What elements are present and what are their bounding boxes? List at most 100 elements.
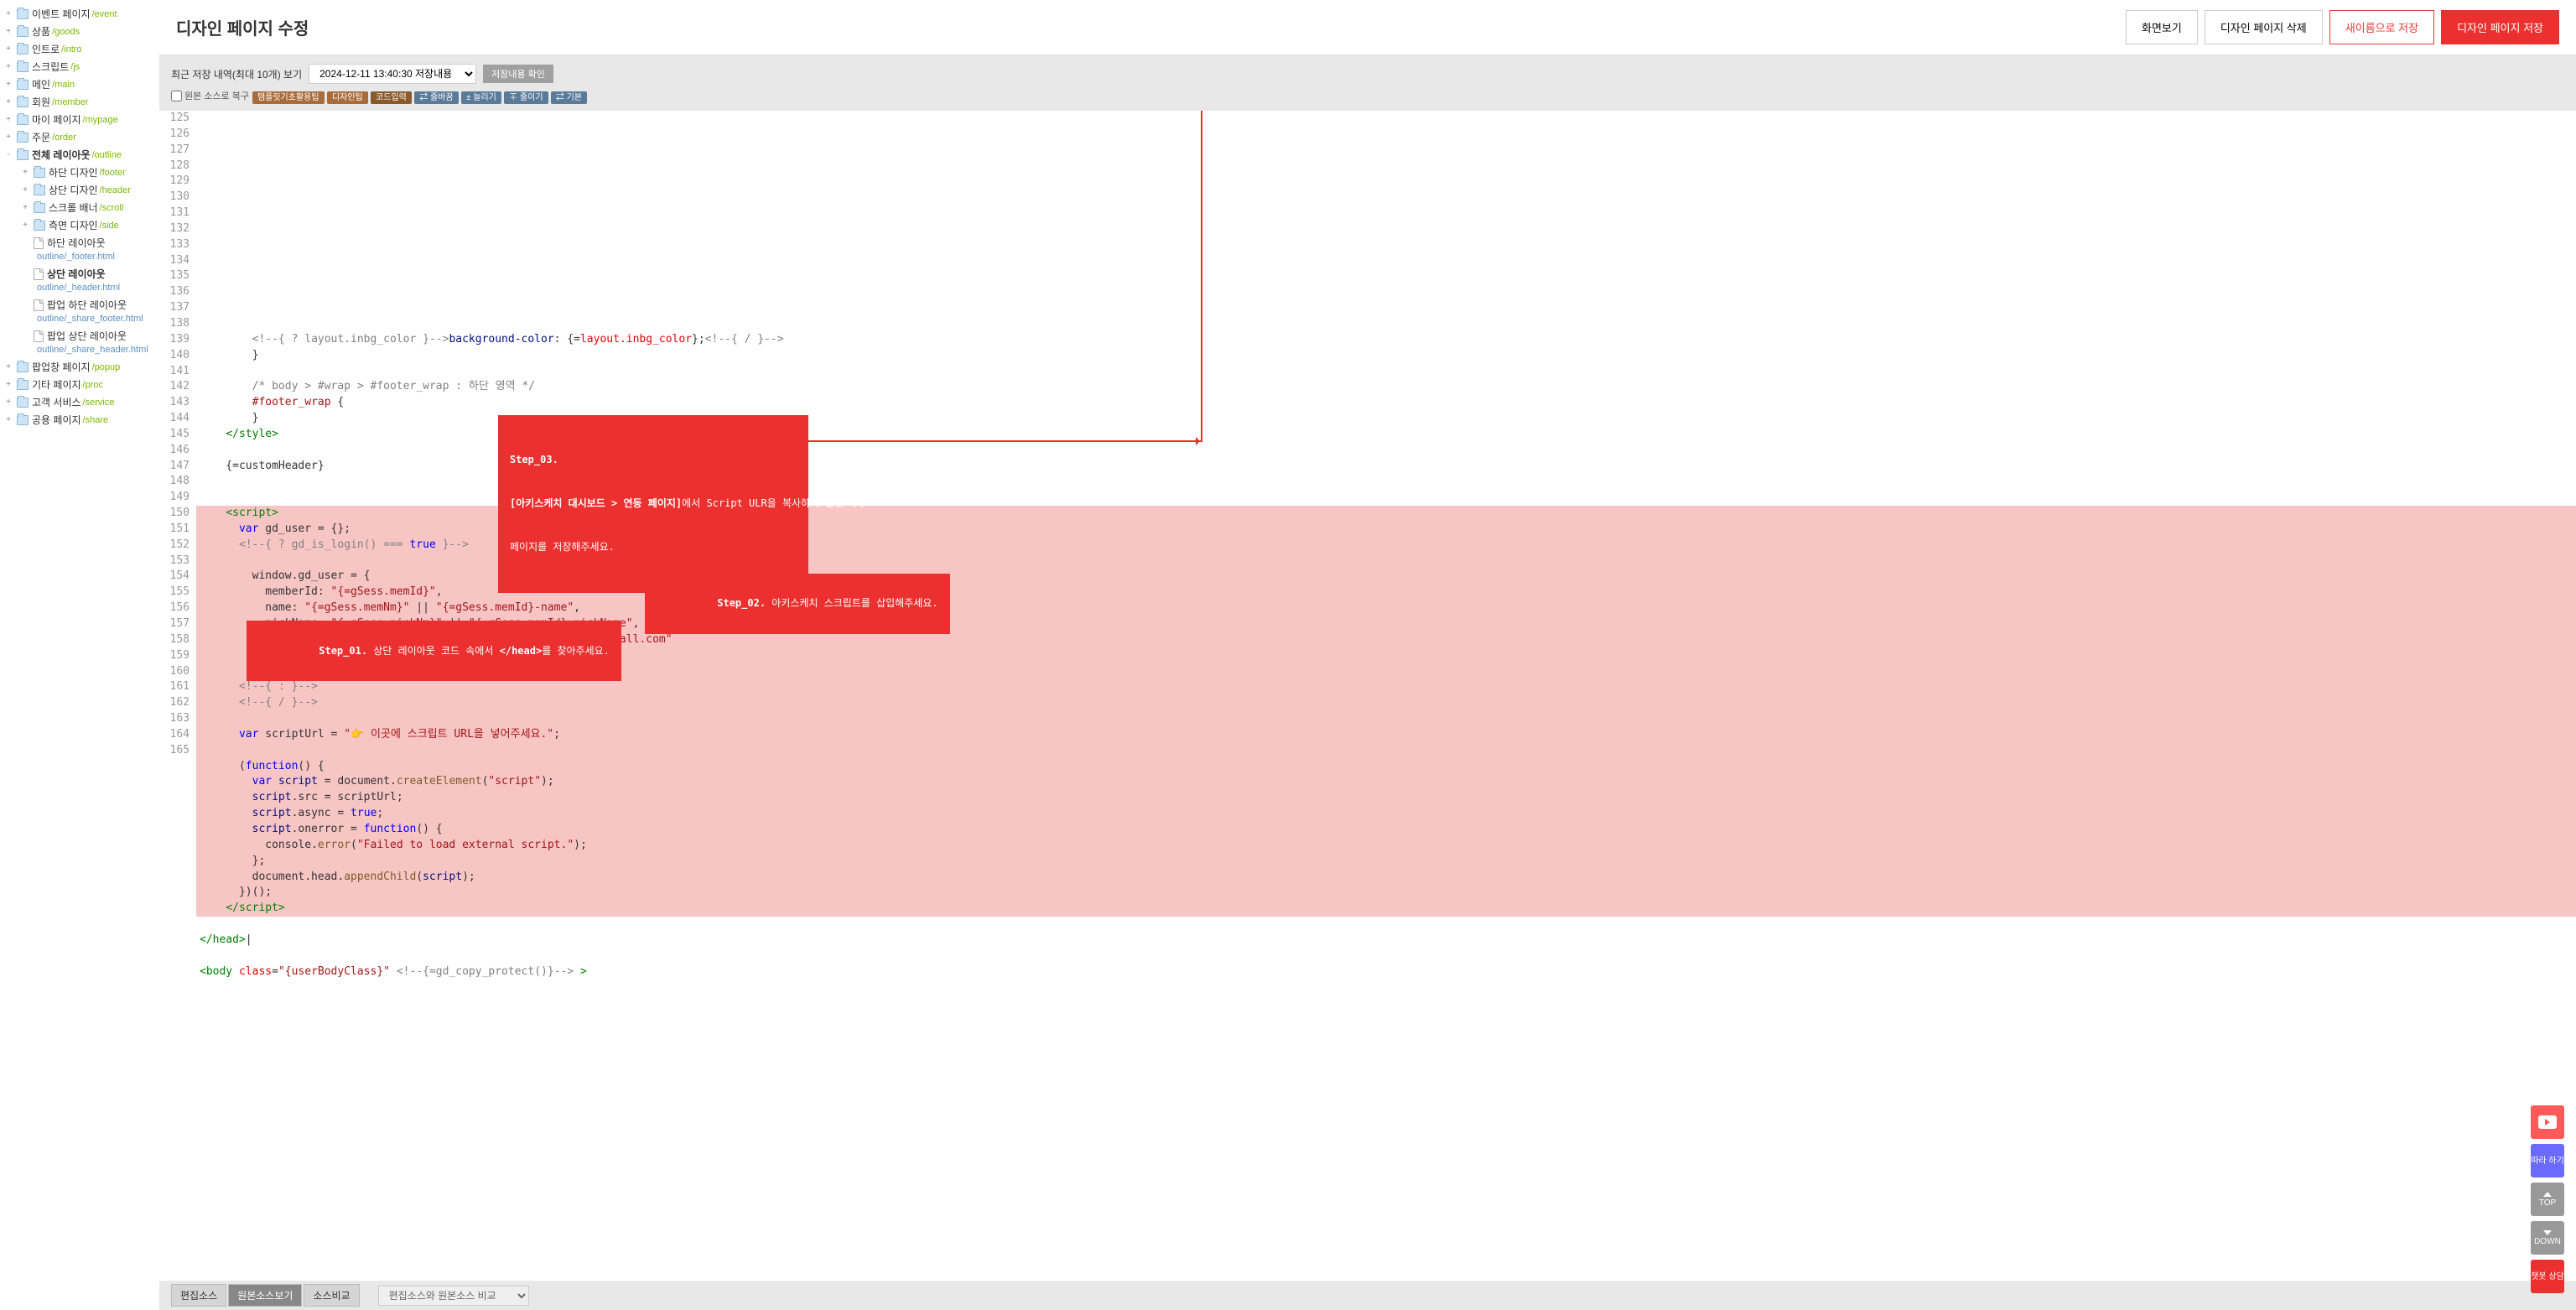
tree-toggle-icon[interactable]: + bbox=[3, 133, 13, 142]
toolbar-tag[interactable]: ± 늘리기 bbox=[461, 91, 501, 104]
tree-filepath: outline/_footer.html bbox=[3, 252, 156, 265]
tree-toggle-icon[interactable]: + bbox=[3, 415, 13, 424]
footer-tab[interactable]: 원본소스보기 bbox=[228, 1284, 302, 1307]
history-confirm-button[interactable]: 저장내용 확인 bbox=[483, 65, 553, 83]
tree-folder[interactable]: +공용 페이지 /share bbox=[3, 411, 156, 429]
toolbar-tag[interactable]: ∓ 줄이기 bbox=[504, 91, 548, 104]
code-line[interactable]: </head>| bbox=[196, 933, 2576, 949]
tree-folder[interactable]: -전체 레이아웃 /outline bbox=[3, 146, 156, 164]
tree-folder[interactable]: +스크립트 /js bbox=[3, 58, 156, 75]
restore-checkbox-input[interactable] bbox=[171, 91, 182, 101]
folder-icon bbox=[17, 380, 29, 390]
restore-checkbox[interactable]: 원본 소스로 복구 bbox=[171, 89, 249, 102]
tree-toggle-icon[interactable]: + bbox=[3, 80, 13, 89]
tree-toggle-icon[interactable]: - bbox=[3, 150, 13, 159]
code-line[interactable]: document.head.appendChild(script); bbox=[196, 870, 2576, 886]
compare-select[interactable]: 편집소스와 원본소스 비교 bbox=[378, 1286, 529, 1306]
page-header: 디자인 페이지 수정 화면보기 디자인 페이지 삭제 새이름으로 저장 디자인 … bbox=[159, 0, 2576, 55]
tree-folder[interactable]: +인트로 /intro bbox=[3, 40, 156, 58]
tree-label: 마이 페이지 bbox=[32, 112, 81, 127]
tree-file[interactable]: 상단 레이아웃 bbox=[3, 265, 156, 283]
code-editor[interactable]: 1251261271281291301311321331341351361371… bbox=[159, 111, 2576, 1281]
toolbar-tag[interactable]: ⇄ 기본 bbox=[551, 91, 587, 104]
youtube-button[interactable] bbox=[2531, 1105, 2564, 1139]
code-line[interactable]: </script> bbox=[196, 901, 2576, 917]
tree-toggle-icon[interactable]: + bbox=[3, 97, 13, 107]
tree-file[interactable]: 팝업 상단 레이아웃 bbox=[3, 327, 156, 345]
code-line[interactable]: <body class="{userBodyClass}" <!--{=gd_c… bbox=[196, 964, 2576, 980]
code-line[interactable]: (function() { bbox=[196, 759, 2576, 775]
history-select[interactable]: 2024-12-11 13:40:30 저장내용 bbox=[309, 64, 476, 84]
tree-folder[interactable]: +상품 /goods bbox=[3, 23, 156, 40]
save-as-button[interactable]: 새이름으로 저장 bbox=[2329, 10, 2434, 44]
tree-toggle-icon[interactable]: + bbox=[3, 9, 13, 18]
tree-toggle-icon[interactable]: + bbox=[20, 203, 30, 212]
code-line[interactable]: script.src = scriptUrl; bbox=[196, 790, 2576, 806]
tree-folder[interactable]: +메인 /main bbox=[3, 75, 156, 93]
tree-toggle-icon[interactable]: + bbox=[3, 398, 13, 407]
tree-toggle-icon[interactable]: + bbox=[20, 168, 30, 177]
tree-folder[interactable]: +이벤트 페이지 /event bbox=[3, 5, 156, 23]
code-line[interactable] bbox=[196, 364, 2576, 380]
tree-toggle-icon[interactable]: + bbox=[3, 27, 13, 36]
code-line[interactable] bbox=[196, 743, 2576, 759]
toolbar-tag[interactable]: 코드입력 bbox=[371, 91, 412, 104]
code-line[interactable]: }; bbox=[196, 854, 2576, 870]
code-line[interactable]: /* body > #wrap > #footer_wrap : 하단 영역 *… bbox=[196, 379, 2576, 395]
tree-toggle-icon[interactable]: + bbox=[3, 62, 13, 71]
toolbar-tag[interactable]: ⇄ 줄바꿈 bbox=[414, 91, 458, 104]
tree-folder[interactable]: + 팝업창 페이지 /popup bbox=[3, 358, 156, 376]
tree-folder[interactable]: +주문 /order bbox=[3, 128, 156, 146]
tree-folder[interactable]: +상단 디자인 /header bbox=[3, 181, 156, 199]
preview-button[interactable]: 화면보기 bbox=[2126, 10, 2198, 44]
footer-tab[interactable]: 소스비교 bbox=[304, 1284, 359, 1307]
footer-tab[interactable]: 편집소스 bbox=[171, 1284, 226, 1307]
code-line[interactable] bbox=[196, 917, 2576, 933]
tree-folder[interactable]: +스크롤 배너 /scroll bbox=[3, 199, 156, 216]
tree-label: 스크립트 bbox=[32, 60, 69, 74]
tree-folder[interactable]: +측면 디자인 /side bbox=[3, 216, 156, 234]
tree-folder[interactable]: +회원 /member bbox=[3, 93, 156, 111]
tree-toggle-icon[interactable]: + bbox=[20, 185, 30, 195]
code-line[interactable] bbox=[196, 711, 2576, 727]
tree-path: /popup bbox=[92, 362, 121, 372]
code-line[interactable]: name: "{=gSess.memNm}" || "{=gSess.memId… bbox=[196, 600, 2576, 616]
tree-path: /service bbox=[83, 398, 115, 408]
tree-toggle-icon[interactable]: + bbox=[3, 44, 13, 54]
code-line[interactable]: var scriptUrl = "👉 이곳에 스크립트 URL을 넣어주세요."… bbox=[196, 727, 2576, 743]
tree-label: 상품 bbox=[32, 24, 50, 39]
scroll-down-button[interactable]: DOWN bbox=[2531, 1221, 2564, 1255]
code-line[interactable]: script.async = true; bbox=[196, 806, 2576, 822]
tree-label: 팝업창 페이지 bbox=[32, 360, 91, 374]
toolbar-tag[interactable]: 디자인팁 bbox=[327, 91, 368, 104]
code-line[interactable]: <!--{ : }--> bbox=[196, 679, 2576, 695]
code-line[interactable]: #footer_wrap { bbox=[196, 395, 2576, 411]
toolbar-tag[interactable]: 템플릿기초활용팁 bbox=[252, 91, 325, 104]
tree-folder[interactable]: +고객 서비스 /service bbox=[3, 393, 156, 411]
follow-button[interactable]: 따라 하기 bbox=[2531, 1144, 2564, 1177]
code-line[interactable]: <!--{ ? layout.inbg_color }-->background… bbox=[196, 332, 2576, 348]
code-line[interactable]: console.error("Failed to load external s… bbox=[196, 838, 2576, 854]
tree-toggle-icon[interactable]: + bbox=[3, 380, 13, 389]
code-line[interactable]: var script = document.createElement("scr… bbox=[196, 774, 2576, 790]
scroll-top-button[interactable]: TOP bbox=[2531, 1183, 2564, 1216]
code-line[interactable]: })(); bbox=[196, 885, 2576, 901]
tree-toggle-icon[interactable]: + bbox=[3, 362, 13, 372]
code-line[interactable]: script.onerror = function() { bbox=[196, 822, 2576, 838]
tree-file[interactable]: 팝업 하단 레이아웃 bbox=[3, 296, 156, 314]
float-buttons: 따라 하기 TOP DOWN 챗봇 상담 bbox=[2531, 1105, 2564, 1293]
tree-toggle-icon[interactable]: + bbox=[3, 115, 13, 124]
tree-file[interactable]: 하단 레이아웃 bbox=[3, 234, 156, 252]
chatbot-button[interactable]: 챗봇 상담 bbox=[2531, 1260, 2564, 1293]
tree-folder[interactable]: +마이 페이지 /mypage bbox=[3, 111, 156, 128]
delete-page-button[interactable]: 디자인 페이지 삭제 bbox=[2205, 10, 2323, 44]
tree-folder[interactable]: +하단 디자인 /footer bbox=[3, 164, 156, 181]
page-title: 디자인 페이지 수정 bbox=[176, 15, 309, 39]
code-line[interactable] bbox=[196, 949, 2576, 964]
code-content[interactable]: Step_03. [아키스케치 대시보드 > 연동 페이지]에서 Script … bbox=[196, 111, 2576, 1281]
tree-toggle-icon[interactable]: + bbox=[20, 221, 30, 230]
tree-folder[interactable]: +기타 페이지 /proc bbox=[3, 376, 156, 393]
code-line[interactable]: } bbox=[196, 348, 2576, 364]
save-page-button[interactable]: 디자인 페이지 저장 bbox=[2441, 10, 2559, 44]
code-line[interactable]: <!--{ / }--> bbox=[196, 695, 2576, 711]
